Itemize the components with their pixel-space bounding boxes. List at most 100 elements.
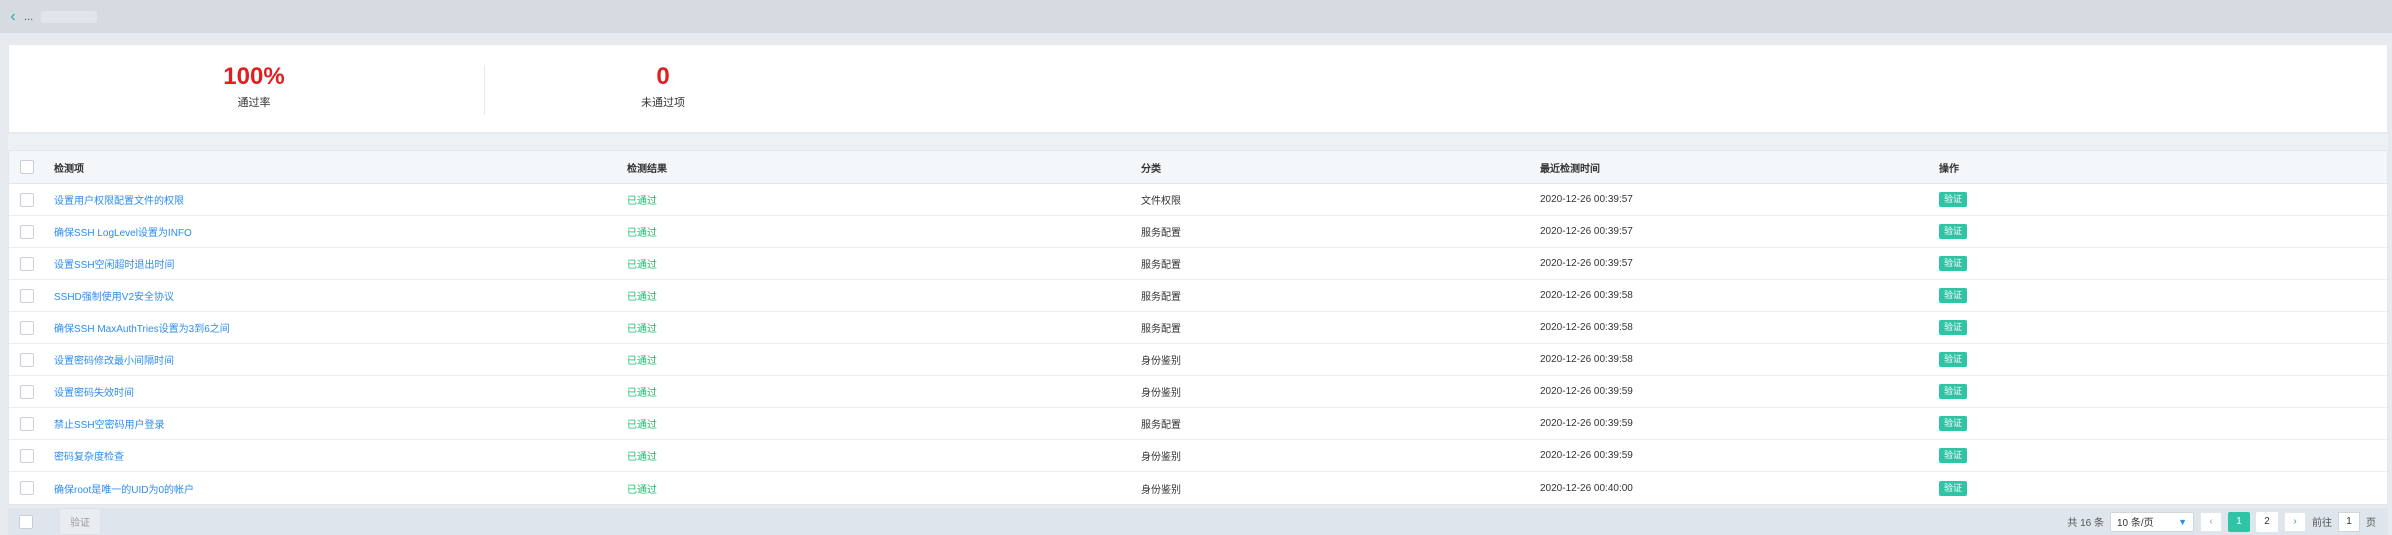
row-checkbox[interactable] — [20, 481, 34, 495]
verify-button[interactable]: 验证 — [1939, 416, 1968, 431]
table-footer: 验证 共 16 条 10 条/页 ▼ ‹ 1 2 › 前往 页 — [8, 508, 2388, 535]
table-row: 设置用户权限配置文件的权限 已通过 文件权限 2020-12-26 00:39:57 验… — [9, 184, 2387, 216]
time-cell: 2020-12-26 00:39:57 — [1540, 194, 1633, 205]
result-status: 已通过 — [627, 484, 657, 496]
select-all-checkbox[interactable] — [20, 160, 34, 174]
verify-button[interactable]: 验证 — [1939, 384, 1968, 399]
footer-select-all-checkbox[interactable] — [19, 514, 33, 529]
result-status: 已通过 — [627, 196, 657, 207]
header-result: 检测结果 — [627, 163, 667, 175]
time-cell: 2020-12-26 00:39:59 — [1540, 386, 1633, 397]
table-row: SSHD强制使用V2安全协议 已通过 服务配置 2020-12-26 00:39:58… — [9, 280, 2387, 312]
page-size-value: 10 条/页 — [2117, 518, 2154, 529]
row-checkbox[interactable] — [20, 192, 34, 207]
pass-rate-value: 100% — [223, 63, 285, 90]
verify-button[interactable]: 验证 — [1939, 192, 1968, 207]
time-cell: 2020-12-26 00:39:59 — [1540, 450, 1633, 461]
header-item: 检测项 — [54, 163, 84, 175]
row-checkbox[interactable] — [20, 288, 34, 303]
verify-button[interactable]: 验证 — [1939, 480, 1968, 496]
time-cell: 2020-12-26 00:39:59 — [1540, 418, 1633, 429]
table-row: 设置密码失效时间 已通过 身份鉴别 2020-12-26 00:39:59 验证 — [9, 376, 2387, 408]
table-row: 确保SSH LogLevel设置为INFO 已通过 服务配置 2020-12-26 0… — [9, 216, 2387, 248]
verify-button[interactable]: 验证 — [1939, 448, 1968, 463]
row-checkbox[interactable] — [20, 256, 34, 271]
failed-count-label: 未通过项 — [641, 97, 685, 109]
section-gap — [8, 134, 2388, 150]
row-checkbox[interactable] — [20, 352, 34, 367]
verify-button[interactable]: 验证 — [1939, 320, 1968, 335]
time-cell: 2020-12-26 00:39:58 — [1540, 290, 1633, 301]
check-table: 检测项 检测结果 分类 最近检测时间 操作 设置用户权限配置文件的权限 已通过 文件… — [8, 150, 2388, 505]
table-row: 确保SSH MaxAuthTries设置为3到6之间 已通过 服务配置 2020-12… — [9, 312, 2387, 344]
time-cell: 2020-12-26 00:39:58 — [1540, 354, 1633, 365]
category-cell: 服务配置 — [1141, 260, 1181, 271]
title-placeholder — [41, 10, 98, 23]
result-status: 已通过 — [627, 420, 657, 431]
verify-button[interactable]: 验证 — [1939, 288, 1968, 303]
top-bar: ‹ ... — [0, 0, 2392, 33]
category-cell: 身份鉴别 — [1141, 388, 1181, 399]
check-item-link[interactable]: 密码复杂度检查 — [54, 452, 124, 463]
check-item-link[interactable]: 确保root是唯一的UID为0的帐户 — [54, 485, 194, 496]
row-checkbox[interactable] — [20, 224, 34, 239]
row-checkbox[interactable] — [20, 320, 34, 335]
check-item-link[interactable]: 设置密码修改最小间隔时间 — [54, 356, 174, 367]
check-item-link[interactable]: 确保SSH LogLevel设置为INFO — [54, 228, 192, 239]
page-1-button[interactable]: 1 — [2228, 511, 2250, 532]
table-body: 设置用户权限配置文件的权限 已通过 文件权限 2020-12-26 00:39:57 验… — [9, 184, 2387, 504]
table-row: 确保root是唯一的UID为0的帐户 已通过 身份鉴别 2020-12-26 00:4… — [9, 472, 2387, 504]
time-cell: 2020-12-26 00:39:57 — [1540, 226, 1633, 237]
header-category: 分类 — [1141, 163, 1161, 175]
category-cell: 服务配置 — [1141, 324, 1181, 335]
bulk-verify-button[interactable]: 验证 — [59, 508, 101, 535]
table-row: 禁止SSH空密码用户登录 已通过 服务配置 2020-12-26 00:39:59 验证 — [9, 408, 2387, 440]
failed-stat: 0 未通过项 — [563, 63, 763, 110]
check-item-link[interactable]: SSHD强制使用V2安全协议 — [54, 292, 174, 303]
total-count: 共 16 条 — [2067, 518, 2104, 529]
result-status: 已通过 — [627, 388, 657, 399]
goto-label: 前往 — [2312, 518, 2332, 529]
goto-page-input[interactable] — [2338, 511, 2360, 532]
table-header: 检测项 检测结果 分类 最近检测时间 操作 — [9, 151, 2387, 184]
check-item-link[interactable]: 确保SSH MaxAuthTries设置为3到6之间 — [54, 324, 230, 335]
check-item-link[interactable]: 禁止SSH空密码用户登录 — [54, 420, 165, 431]
check-item-link[interactable]: 设置用户权限配置文件的权限 — [54, 196, 184, 207]
back-arrow-icon[interactable]: ‹ — [2, 0, 24, 33]
failed-count-value: 0 — [656, 63, 670, 90]
page-2-button[interactable]: 2 — [2256, 511, 2278, 532]
table-row: 设置密码修改最小间隔时间 已通过 身份鉴别 2020-12-26 00:39:58 验证 — [9, 344, 2387, 376]
result-status: 已通过 — [627, 292, 657, 303]
time-cell: 2020-12-26 00:39:57 — [1540, 258, 1633, 269]
summary-panel: 100% 通过率 0 未通过项 — [8, 44, 2388, 133]
pass-rate-stat: 100% 通过率 — [154, 63, 354, 110]
caret-down-icon: ▼ — [2178, 516, 2187, 527]
result-status: 已通过 — [627, 228, 657, 239]
result-status: 已通过 — [627, 452, 657, 463]
header-time: 最近检测时间 — [1540, 163, 1600, 175]
pass-rate-label: 通过率 — [237, 97, 271, 109]
time-cell: 2020-12-26 00:40:00 — [1540, 482, 1633, 494]
next-page-button[interactable]: › — [2284, 511, 2306, 532]
header-action: 操作 — [1939, 163, 1959, 175]
stat-divider — [484, 65, 485, 115]
pagination: 共 16 条 10 条/页 ▼ ‹ 1 2 › 前往 页 — [2067, 508, 2376, 535]
row-checkbox[interactable] — [20, 384, 34, 399]
page-title: ... — [24, 10, 34, 23]
prev-page-button[interactable]: ‹ — [2200, 511, 2222, 532]
verify-button[interactable]: 验证 — [1939, 224, 1968, 239]
verify-button[interactable]: 验证 — [1939, 352, 1968, 367]
category-cell: 服务配置 — [1141, 228, 1181, 239]
check-item-link[interactable]: 设置密码失效时间 — [54, 388, 134, 399]
page-unit-label: 页 — [2366, 518, 2376, 529]
check-item-link[interactable]: 设置SSH空闲超时退出时间 — [54, 260, 175, 271]
table-row: 设置SSH空闲超时退出时间 已通过 服务配置 2020-12-26 00:39:57 验… — [9, 248, 2387, 280]
row-checkbox[interactable] — [20, 416, 34, 431]
category-cell: 身份鉴别 — [1141, 484, 1181, 496]
verify-button[interactable]: 验证 — [1939, 256, 1968, 271]
table-row: 密码复杂度检查 已通过 身份鉴别 2020-12-26 00:39:59 验证 — [9, 440, 2387, 472]
category-cell: 身份鉴别 — [1141, 356, 1181, 367]
category-cell: 身份鉴别 — [1141, 452, 1181, 463]
row-checkbox[interactable] — [20, 448, 34, 463]
page-size-select[interactable]: 10 条/页 ▼ — [2110, 511, 2194, 532]
